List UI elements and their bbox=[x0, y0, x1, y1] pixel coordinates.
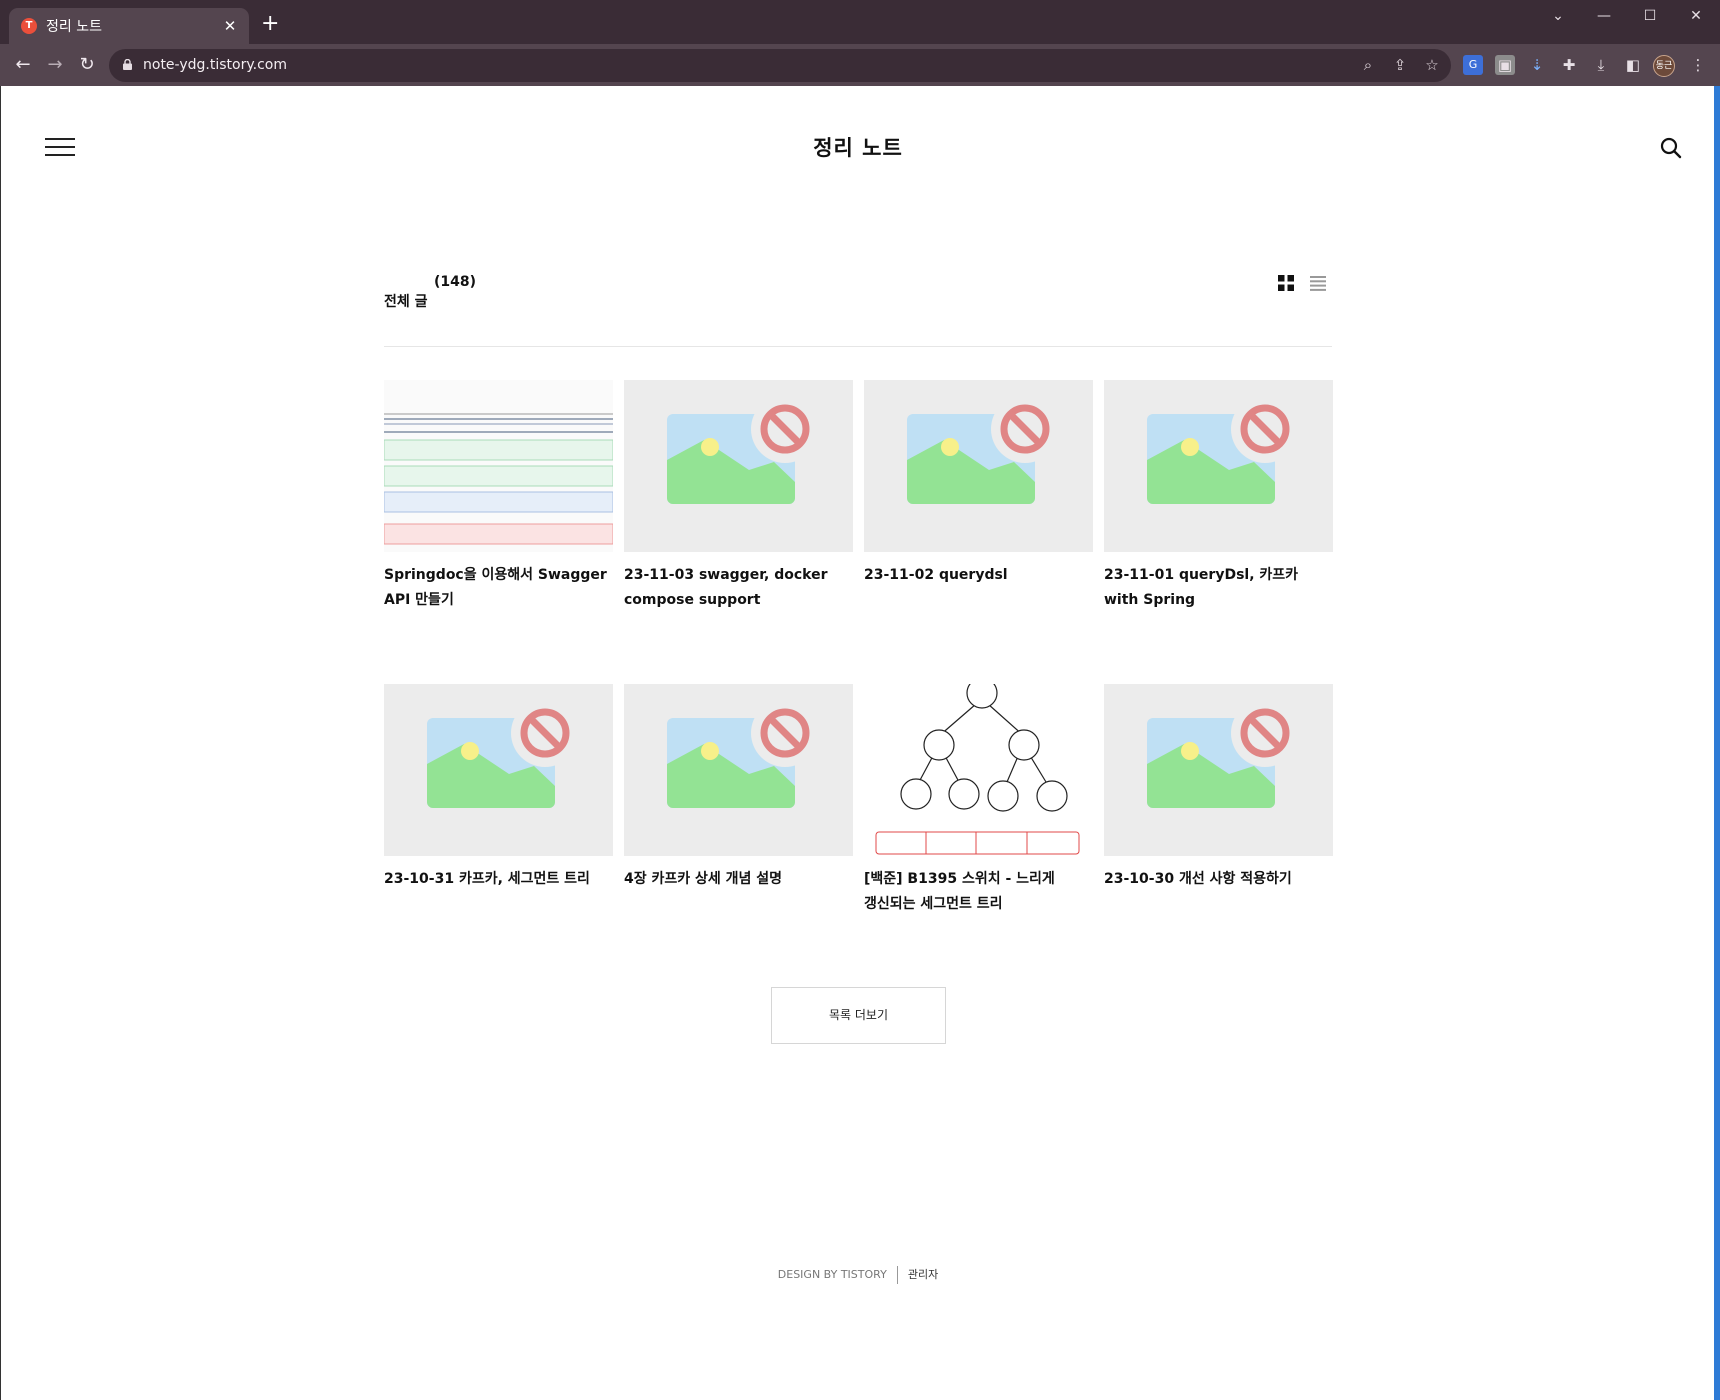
post-thumbnail[interactable] bbox=[864, 380, 1093, 552]
lock-icon bbox=[123, 59, 132, 70]
category-count: (148) bbox=[434, 274, 477, 290]
post-thumbnail[interactable] bbox=[624, 380, 853, 552]
translate-extension-icon[interactable]: G bbox=[1463, 55, 1483, 75]
url-text[interactable]: note-ydg.tistory.com bbox=[143, 57, 287, 73]
reload-icon[interactable]: ↻ bbox=[76, 54, 98, 76]
broken-image-icon bbox=[907, 395, 1059, 504]
post-title[interactable]: [백준] B1395 스위치 - 느리게 갱신되는 세그먼트 트리 bbox=[864, 867, 1093, 917]
post-thumbnail[interactable] bbox=[1104, 684, 1333, 856]
post-thumbnail[interactable] bbox=[384, 380, 613, 552]
footer-design-credit[interactable]: DESIGN BY TISTORY bbox=[778, 1268, 887, 1281]
close-tab-icon[interactable]: ✕ bbox=[221, 17, 239, 35]
scrollbar[interactable] bbox=[1714, 86, 1720, 1400]
minimize-icon[interactable]: — bbox=[1581, 0, 1627, 32]
share-icon[interactable]: ⇪ bbox=[1391, 56, 1409, 74]
browser-tab[interactable]: T 정리 노트 ✕ bbox=[9, 8, 249, 44]
extensions-puzzle-icon[interactable]: ✚ bbox=[1559, 55, 1579, 75]
post-thumbnail[interactable] bbox=[864, 684, 1093, 856]
post-thumbnail[interactable] bbox=[624, 684, 853, 856]
post-thumbnail[interactable] bbox=[1104, 380, 1333, 552]
forward-icon[interactable]: → bbox=[44, 54, 66, 76]
load-more-button[interactable]: 목록 더보기 bbox=[771, 987, 946, 1044]
broken-image-icon bbox=[1147, 395, 1299, 504]
post-title[interactable]: 23-11-02 querydsl bbox=[864, 563, 1093, 588]
blog-title[interactable]: 정리 노트 bbox=[1, 132, 1715, 162]
grid-view-icon[interactable] bbox=[1278, 275, 1294, 291]
close-window-icon[interactable]: ✕ bbox=[1673, 0, 1719, 32]
post-thumbnail[interactable] bbox=[384, 684, 613, 856]
broken-image-icon bbox=[667, 395, 819, 504]
post-card[interactable]: 23-11-01 queryDsl, 카프카 with Spring bbox=[1104, 380, 1333, 613]
segment-tree-thumbnail bbox=[864, 684, 1093, 856]
post-title[interactable]: Springdoc을 이용해서 Swagger API 만들기 bbox=[384, 563, 613, 613]
broken-image-icon bbox=[427, 699, 579, 808]
side-panel-icon[interactable]: ◧ bbox=[1623, 55, 1643, 75]
download-icon[interactable]: ⤓ bbox=[1591, 55, 1611, 75]
post-card[interactable]: 23-11-02 querydsl bbox=[864, 380, 1093, 588]
list-view-icon[interactable] bbox=[1310, 276, 1326, 291]
post-title[interactable]: 23-11-03 swagger, docker compose support bbox=[624, 563, 853, 613]
post-card[interactable]: 23-11-03 swagger, docker compose support bbox=[624, 380, 853, 613]
profile-avatar[interactable]: 동근 bbox=[1653, 55, 1675, 77]
post-card[interactable]: 4장 카프카 상세 개념 설명 bbox=[624, 684, 853, 892]
footer: DESIGN BY TISTORY 관리자 bbox=[1, 1266, 1715, 1284]
search-icon[interactable] bbox=[1660, 137, 1682, 159]
browser-tabbar: T 정리 노트 ✕ + ⌄ — ☐ ✕ bbox=[0, 0, 1720, 44]
address-bar[interactable]: note-ydg.tistory.com ⌕ ⇪ ☆ bbox=[109, 49, 1451, 82]
post-card[interactable]: [백준] B1395 스위치 - 느리게 갱신되는 세그먼트 트리 bbox=[864, 684, 1093, 917]
menu-kebab-icon[interactable]: ⋮ bbox=[1688, 55, 1708, 75]
post-card[interactable]: Springdoc을 이용해서 Swagger API 만들기 bbox=[384, 380, 613, 613]
extension-icon[interactable]: ▣ bbox=[1495, 55, 1515, 75]
zoom-icon[interactable]: ⌕ bbox=[1359, 56, 1377, 74]
post-card[interactable]: 23-10-30 개선 사항 적용하기 bbox=[1104, 684, 1333, 892]
bookmark-star-icon[interactable]: ☆ bbox=[1423, 56, 1441, 74]
maximize-icon[interactable]: ☐ bbox=[1627, 0, 1673, 32]
post-title[interactable]: 23-11-01 queryDsl, 카프카 with Spring bbox=[1104, 563, 1333, 613]
heading-divider bbox=[384, 346, 1332, 347]
extension-arrow-icon[interactable]: ⇣ bbox=[1527, 55, 1547, 75]
post-title[interactable]: 23-10-31 카프카, 세그먼트 트리 bbox=[384, 867, 613, 892]
browser-toolbar: ← → ↻ note-ydg.tistory.com ⌕ ⇪ ☆ G ▣ ⇣ ✚… bbox=[0, 44, 1720, 86]
post-title[interactable]: 23-10-30 개선 사항 적용하기 bbox=[1104, 867, 1333, 892]
new-tab-icon[interactable]: + bbox=[261, 13, 279, 35]
table-screenshot-thumbnail bbox=[384, 380, 613, 552]
post-title[interactable]: 4장 카프카 상세 개념 설명 bbox=[624, 867, 853, 892]
tistory-favicon-icon: T bbox=[21, 18, 37, 34]
post-card[interactable]: 23-10-31 카프카, 세그먼트 트리 bbox=[384, 684, 613, 892]
back-icon[interactable]: ← bbox=[12, 54, 34, 76]
category-name: 전체 글 bbox=[384, 294, 428, 310]
tab-search-icon[interactable]: ⌄ bbox=[1535, 0, 1581, 32]
broken-image-icon bbox=[667, 699, 819, 808]
page-content: 정리 노트 전체 글 (148) Springdoc을 이용해서 Swagger… bbox=[0, 86, 1720, 1400]
broken-image-icon bbox=[1147, 699, 1299, 808]
footer-admin-link[interactable]: 관리자 bbox=[908, 1268, 938, 1281]
tab-title: 정리 노트 bbox=[46, 19, 102, 35]
